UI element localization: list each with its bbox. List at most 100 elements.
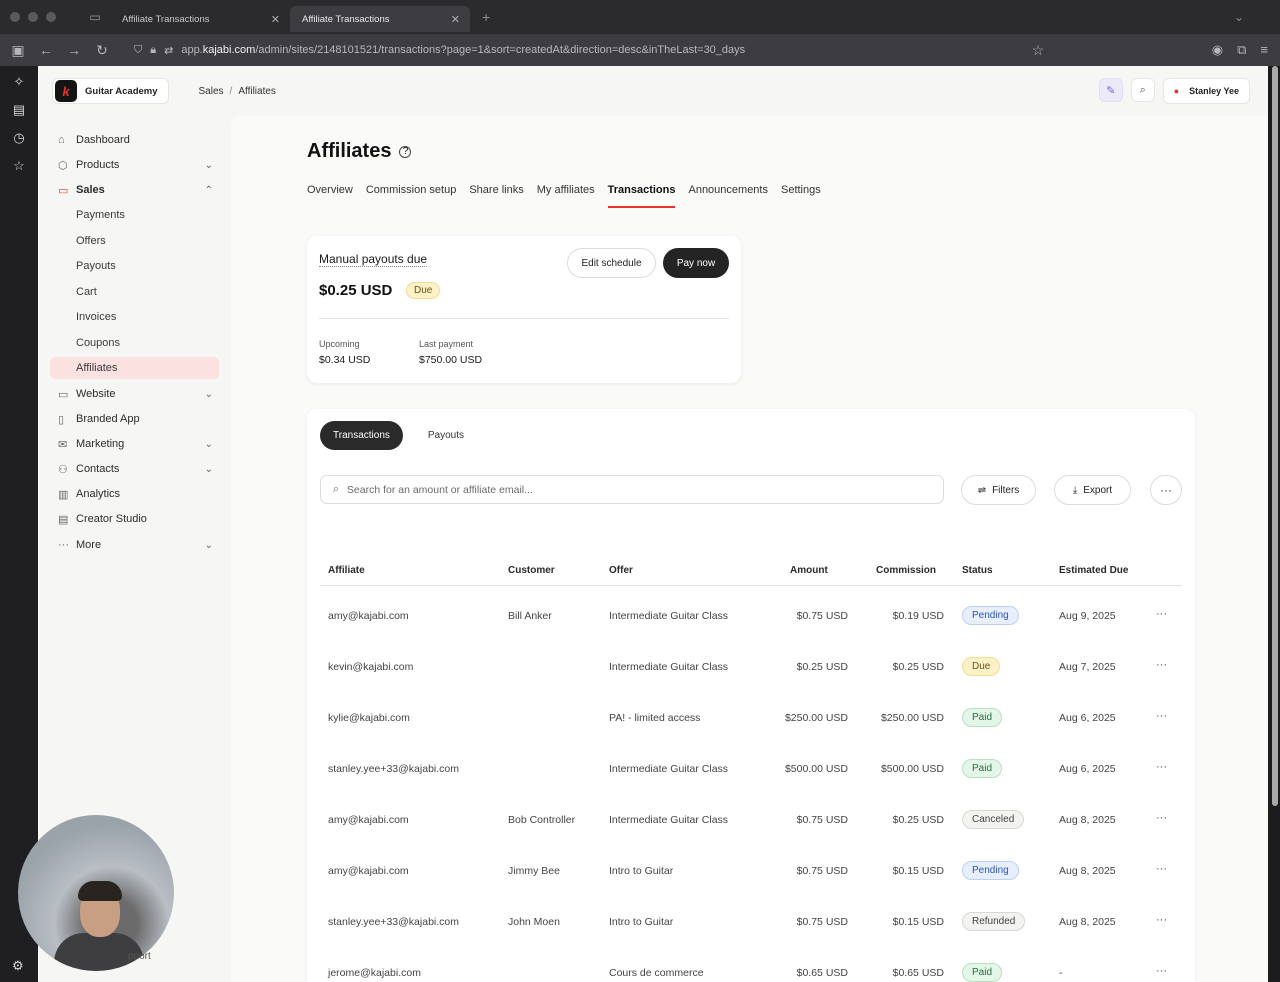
ai-assistant-icon[interactable]: ✎	[1098, 78, 1123, 102]
cell-commission: $0.15 USD	[892, 865, 944, 877]
mail-icon: ✉	[58, 438, 68, 451]
table-row[interactable]: kylie@kajabi.com PA! - limited access $2…	[320, 694, 1182, 745]
sidebar-item-branded-app[interactable]: ▯ Branded App	[50, 408, 219, 430]
sidebar-item-offers[interactable]: Offers	[50, 230, 219, 252]
forward-icon[interactable]: →	[60, 42, 88, 58]
menu-icon[interactable]: ≡	[1260, 42, 1268, 58]
column-affiliate[interactable]: Affiliate	[328, 565, 365, 576]
table-row[interactable]: amy@kajabi.com Bill Anker Intermediate G…	[320, 592, 1182, 643]
sidebar-item-coupons[interactable]: Coupons	[50, 332, 219, 354]
column-offer[interactable]: Offer	[609, 565, 633, 576]
back-icon[interactable]: ←	[32, 42, 60, 58]
export-button[interactable]: ⤓ Export	[1054, 475, 1131, 505]
support-link[interactable]: pport	[128, 951, 151, 962]
sidebar-item-marketing[interactable]: ✉ Marketing ⌄	[50, 433, 219, 455]
tab-share-links[interactable]: Share links	[469, 184, 523, 208]
bookmarks-icon[interactable]: ▤	[13, 102, 25, 118]
sidebar-item-website[interactable]: ▭ Website ⌄	[50, 383, 219, 405]
payouts-due-title[interactable]: Manual payouts due	[319, 252, 428, 267]
row-actions-icon[interactable]: ···	[1156, 659, 1167, 671]
row-actions-icon[interactable]: ···	[1156, 608, 1167, 620]
edit-schedule-button[interactable]: Edit schedule	[567, 248, 656, 278]
search-icon[interactable]: ⌕	[1130, 78, 1155, 102]
chevron-down-icon: ⌄	[204, 388, 213, 400]
tab-settings[interactable]: Settings	[781, 184, 821, 208]
help-icon[interactable]: ?	[399, 145, 412, 158]
table-row[interactable]: jerome@kajabi.com Cours de commerce $0.6…	[320, 949, 1182, 982]
search-input[interactable]	[346, 483, 907, 496]
extensions-icon[interactable]: ⧉	[1237, 42, 1246, 58]
sidebar-item-payouts[interactable]: Payouts	[50, 255, 219, 277]
row-actions-icon[interactable]: ···	[1156, 914, 1167, 926]
sidebar-item-dashboard[interactable]: ⌂ Dashboard	[50, 129, 219, 151]
table-row[interactable]: kevin@kajabi.com Intermediate Guitar Cla…	[320, 643, 1182, 694]
row-actions-icon[interactable]: ···	[1156, 812, 1167, 824]
tab-overview[interactable]: Overview	[307, 184, 353, 208]
sidebar-item-more[interactable]: ··· More ⌄	[50, 534, 219, 556]
reload-icon[interactable]: ↻	[88, 42, 116, 59]
sidebar-item-payments[interactable]: Payments	[50, 204, 219, 226]
segment-payouts[interactable]: Payouts	[415, 421, 477, 450]
column-amount[interactable]: Amount	[790, 565, 828, 576]
status-badge: Paid	[962, 759, 1003, 778]
settings-gear-icon[interactable]: ⚙	[12, 958, 24, 974]
filters-button[interactable]: ⇌ Filters	[961, 475, 1036, 505]
column-estimated-due[interactable]: Estimated Due	[1059, 565, 1128, 576]
table-row[interactable]: stanley.yee+33@kajabi.com Intermediate G…	[320, 745, 1182, 796]
tab-announcements[interactable]: Announcements	[688, 184, 768, 208]
table-row[interactable]: stanley.yee+33@kajabi.com John Moen Intr…	[320, 898, 1182, 949]
sidebar-toggle-icon[interactable]: ▣	[4, 42, 32, 59]
lock-icon: 🔒︎	[150, 43, 157, 56]
status-badge: Canceled	[962, 810, 1025, 829]
column-status[interactable]: Status	[962, 565, 993, 576]
sidebar-item-creator-studio[interactable]: ▤ Creator Studio	[50, 508, 219, 530]
cell-affiliate: jerome@kajabi.com	[328, 967, 421, 979]
browser-tab-title: Affiliate Transactions	[122, 13, 210, 25]
segment-transactions[interactable]: Transactions	[320, 421, 403, 450]
tab-overview-icon[interactable]: ▭	[80, 10, 110, 24]
pay-now-button[interactable]: Pay now	[663, 248, 729, 278]
app-topbar: k Guitar Academy Sales / Affiliates ✎ ⌕ …	[38, 66, 1268, 116]
payouts-due-amount: $0.25 USD	[319, 282, 393, 299]
extension-icon[interactable]: ✧	[14, 74, 25, 90]
column-customer[interactable]: Customer	[508, 565, 555, 576]
new-tab-icon[interactable]: +	[482, 9, 490, 25]
browser-tab-1[interactable]: Affiliate Transactions ✕	[110, 6, 290, 32]
address-bar[interactable]: ⛉ 🔒︎ ⇄ app.kajabi.com/admin/sites/214810…	[134, 44, 1014, 57]
kajabi-logo: k	[55, 80, 77, 102]
more-options-icon[interactable]: ···	[1150, 475, 1182, 505]
row-actions-icon[interactable]: ···	[1156, 863, 1167, 875]
sidebar-item-cart[interactable]: Cart	[50, 281, 219, 303]
sidebar-item-invoices[interactable]: Invoices	[50, 306, 219, 328]
table-row[interactable]: amy@kajabi.com Bob Controller Intermedia…	[320, 796, 1182, 847]
column-commission[interactable]: Commission	[876, 565, 936, 576]
sidebar-item-products[interactable]: ⬡ Products ⌄	[50, 154, 219, 176]
tab-transactions[interactable]: Transactions	[607, 184, 676, 208]
window-controls[interactable]	[0, 12, 80, 22]
sidebar-item-sales[interactable]: ▭ Sales ⌃	[50, 179, 219, 201]
tab-my-affiliates[interactable]: My affiliates	[537, 184, 595, 208]
row-actions-icon[interactable]: ···	[1156, 761, 1167, 773]
breadcrumb-sales[interactable]: Sales	[199, 86, 224, 97]
sidebar-item-affiliates[interactable]: Affiliates	[50, 357, 219, 379]
favorites-icon[interactable]: ☆	[13, 158, 25, 174]
close-tab-icon[interactable]: ✕	[271, 13, 280, 26]
chevron-down-icon: ⌄	[204, 539, 213, 551]
search-field[interactable]: ⌕	[320, 475, 944, 504]
history-icon[interactable]: ◷	[13, 130, 24, 146]
browser-tab-2[interactable]: Affiliate Transactions ✕	[290, 6, 470, 32]
row-actions-icon[interactable]: ···	[1156, 965, 1167, 977]
sidebar-item-contacts[interactable]: ⚇ Contacts ⌄	[50, 458, 219, 480]
account-icon[interactable]: ◉	[1212, 42, 1223, 58]
user-menu[interactable]: ● Stanley Yee	[1162, 78, 1250, 104]
table-row[interactable]: amy@kajabi.com Jimmy Bee Intro to Guitar…	[320, 847, 1182, 898]
close-tab-icon[interactable]: ✕	[451, 13, 460, 26]
bookmark-star-icon[interactable]: ☆	[1024, 42, 1052, 59]
cell-offer: Cours de commerce	[609, 967, 704, 979]
row-actions-icon[interactable]: ···	[1156, 710, 1167, 722]
site-switcher[interactable]: k Guitar Academy	[52, 78, 169, 104]
tab-commission-setup[interactable]: Commission setup	[366, 184, 456, 208]
page-scrollbar[interactable]	[1272, 66, 1278, 806]
tab-list-icon[interactable]: ⌄	[1234, 10, 1280, 24]
sidebar-item-analytics[interactable]: ▥ Analytics	[50, 483, 219, 505]
